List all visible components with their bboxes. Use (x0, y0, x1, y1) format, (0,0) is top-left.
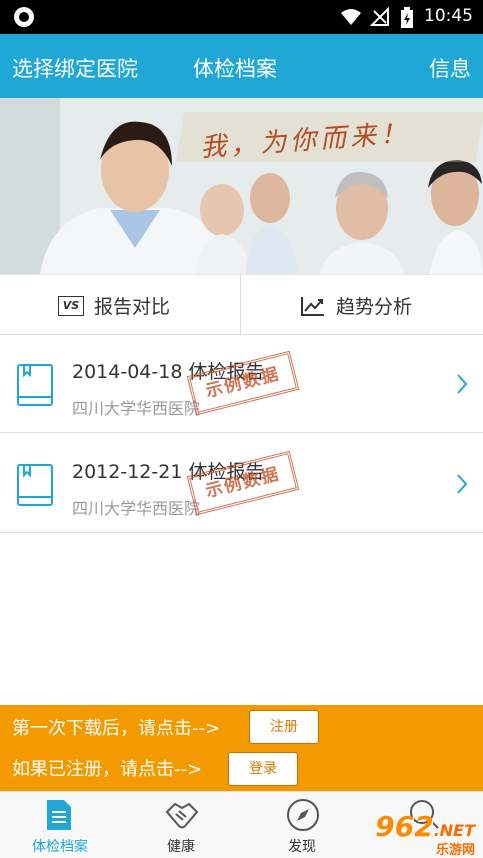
report-list-item[interactable]: 2014-04-18 体检报告 四川大学华西医院 示例数据 (0, 335, 483, 433)
messages-button[interactable]: 信息 (429, 53, 471, 83)
select-hospital-button[interactable]: 选择绑定医院 (12, 53, 138, 83)
report-book-icon (17, 364, 53, 406)
nav-health-label: 健康 (167, 839, 195, 855)
trend-chart-icon (301, 296, 324, 316)
chevron-right-icon (457, 374, 468, 394)
tab-report-compare[interactable]: VS 报告对比 (0, 275, 241, 335)
nav-discover[interactable]: 发现 (242, 792, 362, 858)
tab-trend-analysis-label: 趋势分析 (336, 296, 413, 318)
handshake-icon (165, 802, 199, 829)
vs-icon: VS (58, 295, 84, 316)
report-book-icon (17, 464, 53, 506)
app-header: 选择绑定医院 体检档案 信息 (0, 34, 483, 98)
tab-report-compare-label: 报告对比 (94, 296, 171, 318)
promo-banner[interactable]: 我，为你而来！ (0, 98, 483, 274)
nav-health[interactable]: 健康 (121, 792, 241, 858)
nav-health-records-label: 体检档案 (32, 839, 88, 855)
login-prompt-bar: 第一次下载后，请点击--> 注册 如果已注册，请点击--> 登录 (0, 705, 483, 791)
site-watermark: 962.NET 乐游网 (375, 810, 475, 858)
report-hospital: 四川大学华西医院 (72, 399, 201, 418)
compass-icon (287, 799, 319, 831)
report-hospital: 四川大学华西医院 (72, 499, 201, 518)
no-signal-icon (370, 7, 389, 26)
battery-charging-icon (401, 7, 413, 28)
status-bar: 10:45 (0, 0, 483, 34)
chevron-right-icon (457, 474, 468, 494)
bottom-navigation: 体检档案 健康 发现 962.NET 乐游网 (0, 791, 483, 858)
wifi-icon (341, 9, 361, 25)
login-prompt-text: 如果已注册，请点击--> (12, 759, 203, 780)
nav-health-records[interactable]: 体检档案 (0, 792, 120, 858)
watermark-main: 962 (375, 810, 434, 843)
report-list-item[interactable]: 2012-12-21 体检报告 四川大学华西医院 示例数据 (0, 435, 483, 533)
tab-trend-analysis[interactable]: 趋势分析 (242, 275, 483, 335)
app-notification-icon (14, 7, 34, 27)
login-button[interactable]: 登录 (228, 752, 298, 786)
watermark-sub: .NET (433, 821, 475, 840)
register-prompt-text: 第一次下载后，请点击--> (12, 718, 221, 739)
nav-discover-label: 发现 (288, 839, 316, 855)
page-title: 体检档案 (193, 57, 277, 81)
status-time: 10:45 (424, 6, 473, 26)
analysis-tabs: VS 报告对比 趋势分析 (0, 274, 483, 335)
register-button[interactable]: 注册 (249, 710, 319, 744)
document-icon (47, 800, 71, 830)
